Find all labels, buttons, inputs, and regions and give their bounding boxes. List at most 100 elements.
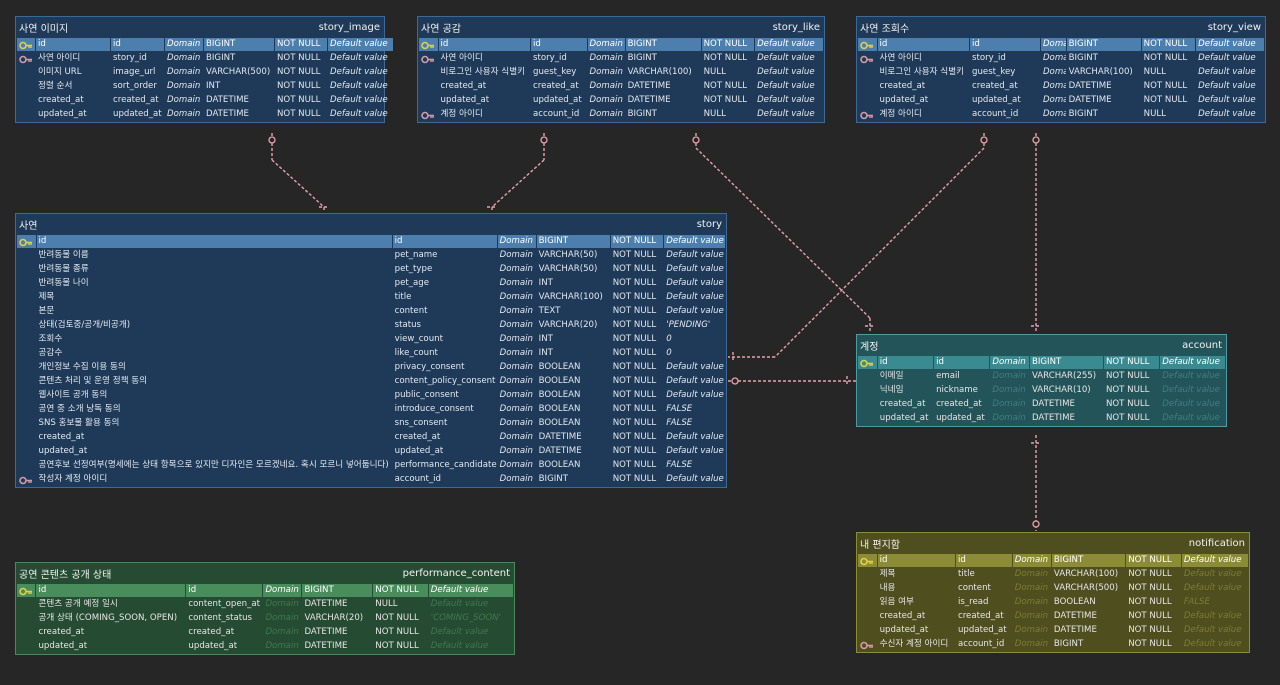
column-row[interactable]: 공감수 like_count Domain INT NOT NULL 0	[17, 347, 725, 360]
column-row[interactable]: 사연 아이디story_idDomainBIGINTNOT NULLDefaul…	[17, 52, 393, 65]
column-physical-name: sort_order	[113, 81, 157, 91]
column-row[interactable]: 조회수 view_count Domain INT NOT NULL 0	[17, 333, 725, 346]
key-cell	[419, 80, 438, 93]
column-logical-name: 반려동물 이름	[38, 250, 89, 260]
column-row[interactable]: created_atcreated_atDomainDATETIMENOT NU…	[858, 610, 1248, 623]
column-nullable: NOT NULL	[1143, 95, 1188, 105]
column-row[interactable]: 콘텐츠 처리 및 운영 정책 동의 content_policy_consent D…	[17, 375, 725, 388]
column-row[interactable]: 공연 중 소개 낭독 동의 introduce_consent Domain BOOL…	[17, 403, 725, 416]
column-logical-name: id	[877, 554, 955, 567]
entity-story-view[interactable]: 사연 조회수 story_view ididDomainBIGINTNOT NU…	[856, 16, 1266, 123]
column-row[interactable]: ididDomainBIGINTNOT NULLDefault value	[858, 554, 1248, 567]
column-row[interactable]: 이미지 URL image_url Domain VARCHAR(500) NOT NU…	[17, 66, 393, 79]
column-row[interactable]: 공개 상태 (COMING_SOON, OPEN) content_status D…	[17, 612, 513, 625]
column-row[interactable]: ididDomainBIGINTNOT NULLDefault value	[17, 38, 393, 51]
column-row[interactable]: created_atcreated_atDomainDATETIMENOT NU…	[17, 626, 513, 639]
column-nullable: NOT NULL	[277, 95, 321, 105]
column-row[interactable]: 작성자 계정 아이디 account_id Domain BIGINT NOT NULL…	[17, 473, 725, 486]
column-row[interactable]: 웹사이트 공개 동의 public_consent Domain BOOLEAN NOT…	[17, 389, 725, 402]
column-row[interactable]: updated_atupdated_atDomainDATETIMENOT NU…	[858, 94, 1264, 107]
column-row[interactable]: updated_atupdated_atDomainDATETIMENOT NU…	[858, 624, 1248, 637]
column-domain: Domain	[992, 413, 1026, 423]
column-row[interactable]: ididDomainBIGINTNOT NULLDefault value	[17, 584, 513, 597]
entity-logical-name: 계정	[860, 341, 879, 353]
entity-logical-name: 공연 콘텐츠 공개 상태	[19, 569, 112, 581]
column-row[interactable]: 상태(검토중/공개/비공개) status Domain VARCHAR(20) NOT…	[17, 319, 725, 332]
entity-story[interactable]: 사연 story id id Domain BIGINT NOT NULL Default…	[15, 213, 727, 488]
column-row[interactable]: updated_atupdated_atDomainDATETIMENOT NU…	[17, 108, 393, 121]
column-row[interactable]: 수신자 계정 아이디 account_id Domain BIGINT NOT NULL…	[858, 638, 1248, 651]
column-type: VARCHAR(100)	[627, 67, 692, 77]
column-nullable: NOT NULL	[277, 53, 321, 63]
column-nullable: NOT NULL	[277, 81, 321, 91]
column-type: VARCHAR(10)	[1031, 385, 1091, 395]
column-nullable: NOT NULL	[375, 613, 419, 623]
column-row[interactable]: created_atcreated_atDomainDATETIMENOT NU…	[858, 398, 1225, 411]
column-nullable: NOT NULL	[1143, 81, 1188, 91]
column-default: Default value	[330, 81, 388, 91]
column-row[interactable]: ididDomainBIGINTNOT NULLDefault value	[858, 38, 1264, 51]
key-cell	[17, 640, 35, 653]
column-row[interactable]: ididDomainBIGINTNOT NULLDefault value	[17, 235, 725, 248]
column-default: Default value	[666, 432, 724, 442]
column-row[interactable]: 사연 아이디story_idDomainBIGINTNOT NULLDefaul…	[858, 52, 1264, 65]
entity-account[interactable]: 계정 account id id Domain BIGINT NOT NULL Defau…	[856, 334, 1227, 427]
column-row[interactable]: updated_atupdated_atDomainDATETIMENOT NU…	[17, 640, 513, 653]
column-row[interactable]: 콘텐츠 공개 예정 일시 content_open_at Domain DATETIM…	[17, 598, 513, 611]
column-default: 'PENDING'	[666, 320, 711, 330]
column-physical-name: created_at	[533, 81, 579, 91]
column-row[interactable]: 계정 아이디account_idDomainBIGINTNULLDefault …	[419, 108, 823, 121]
column-logical-name: updated_at	[38, 641, 88, 651]
column-row[interactable]: 본문 content Domain TEXT NOT NULL Default value	[17, 305, 725, 318]
entity-physical-name: performance_content	[402, 567, 510, 579]
column-row[interactable]: SNS 홍보물 활용 동의 sns_consent Domain BOOLEAN NOT…	[17, 417, 725, 430]
column-type: BOOLEAN	[538, 376, 581, 386]
column-row[interactable]: updated_atupdated_atDomainDATETIMENOT NU…	[858, 412, 1225, 425]
column-nullable: NOT NULL	[1105, 399, 1150, 409]
column-row[interactable]: 읽음 여부 is_read Domain BOOLEAN NOT NULL FALSE	[858, 596, 1248, 609]
optional-many-marker	[731, 377, 739, 385]
column-type: DATETIME	[304, 641, 348, 651]
column-domain: Domain	[499, 376, 533, 386]
column-type: TEXT	[538, 306, 561, 316]
column-row[interactable]: 반려동물 종류 pet_type Domain VARCHAR(50) NOT NULL…	[17, 263, 725, 276]
column-logical-name: 공연 중 소개 낭독 동의	[38, 404, 121, 414]
column-row[interactable]: 제목 title Domain VARCHAR(100) NOT NULL Default…	[17, 291, 725, 304]
column-row[interactable]: created_atcreated_atDomainDATETIMENOT NU…	[17, 94, 393, 107]
column-row[interactable]: created_atcreated_atDomainDATETIMENOT NU…	[17, 431, 725, 444]
column-logical-name: updated_at	[879, 95, 929, 105]
optional-many-marker	[268, 136, 276, 144]
column-domain: Domain	[589, 109, 623, 119]
column-row[interactable]: updated_atupdated_atDomainDATETIMENOT NU…	[17, 445, 725, 458]
column-row[interactable]: 제목 title Domain VARCHAR(100) NOT NULL Default…	[858, 568, 1248, 581]
entity-physical-name: story_view	[1207, 21, 1261, 33]
column-row[interactable]: 비로그인 사용자 식별키guest_keyDomainVARCHAR(100)N…	[419, 66, 823, 79]
column-row[interactable]: 내용 content Domain VARCHAR(500) NOT NULL Defau…	[858, 582, 1248, 595]
column-default: Default value	[1162, 371, 1220, 381]
column-row[interactable]: 이메일 email Domain VARCHAR(255) NOT NULL Defaul…	[858, 370, 1225, 383]
column-row[interactable]: 닉네임 nickname Domain VARCHAR(10) NOT NULL Defa…	[858, 384, 1225, 397]
entity-story-like[interactable]: 사연 공감 story_like id id Domain BIGINT NOT NUL…	[417, 16, 825, 123]
column-logical-name: 조회수	[38, 334, 63, 344]
entity-notification[interactable]: 내 편지함 notification id id Domain BIGINT NOT N…	[856, 532, 1250, 653]
column-row[interactable]: 반려동물 이름 pet_name Domain VARCHAR(50) NOT NULL…	[17, 249, 725, 262]
column-row[interactable]: created_atcreated_atDomainDATETIMENOT NU…	[858, 80, 1264, 93]
column-row[interactable]: 반려동물 나이 pet_age Domain INT NOT NULL Default v…	[17, 277, 725, 290]
column-row[interactable]: created_atcreated_atDomainDATETIMENOT NU…	[419, 80, 823, 93]
column-row[interactable]: 정렬 순서 sort_order Domain INT NOT NULL Default …	[17, 80, 393, 93]
column-physical-name: updated_at	[936, 413, 985, 423]
column-row[interactable]: 공연후보 선정여부(명세에는 상태 항목으로 있지만 디자인은 모르겠네요. 혹…	[17, 459, 725, 472]
column-type: BIGINT	[1053, 639, 1084, 649]
column-row[interactable]: updated_atupdated_atDomainDATETIMENOT NU…	[419, 94, 823, 107]
column-row[interactable]: 계정 아이디account_idDomainBIGINTNULLDefault …	[858, 108, 1264, 121]
entity-performance-content[interactable]: 공연 콘텐츠 공개 상태 performance_content id id Dom…	[15, 562, 515, 655]
column-row[interactable]: 비로그인 사용자 식별키guest_keyDomainVARCHAR(100)N…	[858, 66, 1264, 79]
column-type: VARCHAR(100)	[1053, 569, 1119, 579]
column-domain: Domain	[497, 235, 536, 248]
entity-header: 사연 공감 story_like	[418, 17, 824, 37]
column-row[interactable]: 사연 아이디story_idDomainBIGINTNOT NULLDefaul…	[419, 52, 823, 65]
column-row[interactable]: 개인정보 수집 이용 동의 privacy_consent Domain BOOLEA…	[17, 361, 725, 374]
column-row[interactable]: ididDomainBIGINTNOT NULLDefault value	[858, 356, 1225, 369]
column-row[interactable]: ididDomainBIGINTNOT NULLDefault value	[419, 38, 823, 51]
entity-story-image[interactable]: 사연 이미지 story_image id id Domain BIGINT NOT N…	[15, 16, 393, 123]
